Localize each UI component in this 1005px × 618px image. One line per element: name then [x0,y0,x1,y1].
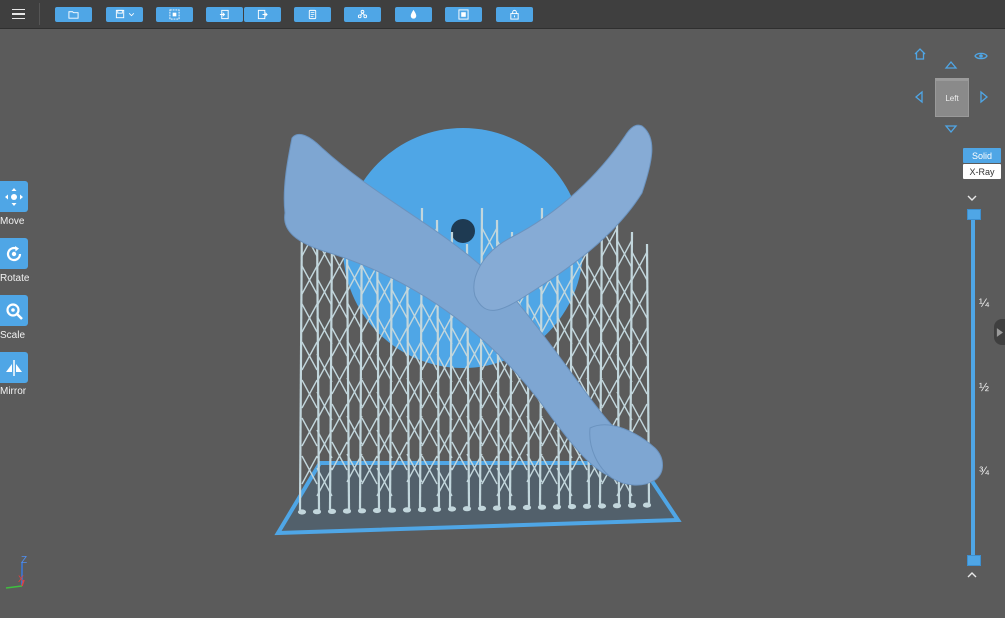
hamburger-menu-button[interactable] [6,4,30,24]
hamburger-icon-line [11,8,25,11]
support-foot [432,506,442,512]
folder-icon [68,11,79,19]
slider-mark-three-quarters: ¾ [979,464,990,478]
play-icon [996,327,1003,337]
chevron-down-icon [128,13,134,17]
support-foot [357,508,367,514]
slider-mark-quarter: ¼ [979,296,990,310]
rotate-up-icon[interactable] [944,58,958,72]
rotate-icon [6,245,22,261]
z-axis-label: Z [21,555,27,566]
layer-slider-top-thumb[interactable] [967,209,981,220]
support-foot [552,504,562,510]
support-foot [507,505,517,511]
move-tool-button[interactable] [0,181,28,212]
export-button[interactable] [244,7,281,22]
x-axis-label: X [18,574,24,584]
view-cube[interactable]: Left [935,80,969,117]
support-pillar [298,207,304,511]
move-icon [5,187,23,206]
support-foot [582,503,592,509]
rotate-down-icon[interactable] [944,122,958,136]
view-cube-face-label: Left [945,94,959,103]
scale-icon [6,302,23,320]
xray-mode-button[interactable]: X-Ray [963,164,1001,179]
support-foot [642,502,652,508]
support-foot [312,509,322,515]
solid-mode-button[interactable]: Solid [963,148,1001,163]
lock-icon [510,9,519,20]
support-foot [342,508,352,514]
rotate-left-icon[interactable] [912,90,926,104]
import-button[interactable] [206,7,243,22]
axis-indicator: Z X [5,555,27,589]
mirror-tool-button[interactable] [0,352,28,383]
chevron-down-icon[interactable] [966,192,978,204]
export-icon [257,9,268,20]
chevron-up-icon[interactable] [966,569,978,581]
support-foot [462,506,472,512]
layer-slider-track[interactable] [971,213,975,559]
select-icon [169,9,180,20]
drop-icon [410,9,417,19]
disc-center-dot [451,219,475,243]
support-foot [477,505,487,511]
save-button[interactable] [106,7,143,22]
toolbar-divider [39,3,40,25]
support-foot [492,505,502,511]
support-foot [612,503,622,509]
hamburger-icon-line [11,17,25,20]
hollow-icon [458,9,469,20]
support-foot [567,504,577,510]
home-view-icon[interactable] [913,47,927,61]
support-foot [447,506,457,512]
save-icon [115,9,124,19]
scale-tool-button[interactable] [0,295,28,326]
support-foot [402,507,412,513]
mirror-tool-label: Mirror [0,386,27,397]
rotate-right-icon[interactable] [977,90,991,104]
move-tool-label: Move [0,216,25,227]
fill-button[interactable] [395,7,432,22]
right-panel-toggle[interactable] [994,319,1005,345]
support-foot [597,503,607,509]
mirror-icon [6,359,22,376]
rotate-tool-button[interactable] [0,238,28,269]
hollow-button[interactable] [445,7,482,22]
scale-tool-label: Scale [0,330,26,341]
eye-icon[interactable] [974,49,988,63]
model-viewport[interactable] [270,118,690,548]
slider-mark-half: ½ [979,380,990,394]
support-foot [327,508,337,514]
support-foot [372,507,382,514]
support-foot [417,507,427,513]
rotate-tool-label: Rotate [0,273,30,284]
open-file-button[interactable] [55,7,92,22]
support-foot [297,509,307,515]
support-foot [522,504,532,511]
copy-button[interactable] [294,7,331,22]
top-toolbar [0,0,1005,29]
supports-icon [357,9,368,19]
supports-button[interactable] [344,7,381,22]
support-foot [537,504,547,510]
copy-icon [308,9,317,20]
layer-slider-bottom-thumb[interactable] [967,555,981,566]
slice-button[interactable] [496,7,533,22]
import-icon [219,9,229,20]
support-foot [627,502,637,508]
support-foot [387,507,397,513]
select-all-button[interactable] [156,7,193,22]
hamburger-icon-line [11,13,25,15]
